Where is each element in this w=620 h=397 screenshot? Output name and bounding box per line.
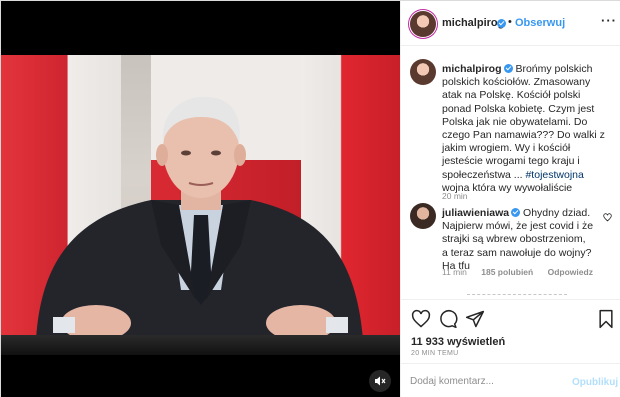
caption-text-part1: Brońmy polskich polskich kościołów. Zmas… — [442, 63, 605, 181]
caption-meta: 20 min — [442, 191, 480, 201]
verified-badge-icon — [503, 64, 513, 73]
heart-icon[interactable] — [411, 309, 431, 329]
verified-badge-icon — [497, 19, 506, 28]
paper-plane-icon[interactable] — [465, 309, 485, 329]
caption-username[interactable]: michalpirog — [442, 63, 502, 75]
publish-button[interactable]: Opublikuj — [572, 377, 618, 388]
post-actions — [401, 299, 620, 339]
post-media[interactable] — [1, 1, 400, 397]
desk — [1, 335, 400, 355]
avatar[interactable] — [410, 203, 436, 229]
author-username[interactable]: michalpirog — [442, 17, 504, 29]
avatar[interactable] — [410, 59, 436, 85]
comment-username[interactable]: juliawieniawa — [442, 207, 509, 219]
comment-bubble-icon[interactable] — [438, 309, 458, 329]
mute-button[interactable] — [369, 370, 391, 392]
post-timestamp[interactable]: 20 MIN TEMU — [411, 350, 459, 357]
comment-meta: 11 min 185 polubień Odpowiedz — [442, 267, 605, 277]
instagram-post: michalpirog • Obserwuj ··· michalpirog B… — [0, 0, 620, 397]
views-label: wyświetleń — [447, 336, 506, 348]
follow-button[interactable]: Obserwuj — [515, 17, 565, 29]
views-number: 11 933 — [411, 336, 445, 348]
post-sidebar: michalpirog • Obserwuj ··· michalpirog B… — [400, 1, 620, 397]
verified-badge-icon — [511, 208, 521, 217]
bookmark-icon[interactable] — [596, 309, 616, 329]
comment-input[interactable] — [410, 373, 560, 389]
speaker-figure — [36, 96, 363, 341]
views-count[interactable]: 11 933 wyświetleń — [411, 336, 505, 348]
comment-likes[interactable]: 185 polubień — [481, 267, 533, 277]
comment-time[interactable]: 11 min — [442, 267, 467, 277]
comment-heart-icon[interactable] — [603, 213, 612, 222]
post-header: michalpirog • Obserwuj ··· — [401, 1, 620, 46]
reply-button[interactable]: Odpowiedz — [548, 267, 593, 277]
view-replies-line[interactable] — [467, 294, 567, 298]
add-comment-bar: Opublikuj — [401, 363, 620, 397]
muted-speaker-icon — [375, 376, 386, 386]
avatar[interactable] — [410, 11, 436, 37]
hashtag-link[interactable]: #tojestwojna — [525, 169, 583, 181]
comment-text: juliawieniawa Ohydny dziad. Najpierw mów… — [442, 207, 594, 273]
separator-dot: • — [508, 16, 512, 28]
more-options-icon[interactable]: ··· — [601, 13, 617, 28]
caption-time[interactable]: 20 min — [442, 191, 468, 201]
video-player[interactable] — [1, 55, 400, 355]
comments-list[interactable]: michalpirog Brońmy polskich polskich koś… — [401, 47, 620, 299]
caption-text: michalpirog Brońmy polskich polskich koś… — [442, 63, 612, 195]
